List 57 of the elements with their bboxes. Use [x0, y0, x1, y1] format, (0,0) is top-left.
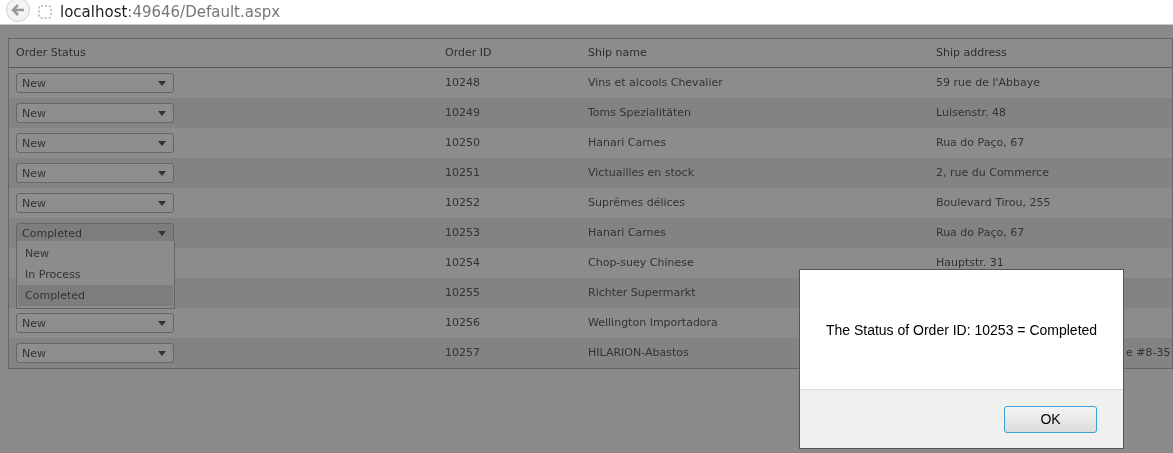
order-id-cell: 10257	[445, 346, 480, 360]
order-id-cell: 10251	[445, 166, 480, 180]
back-arrow-icon	[11, 4, 25, 16]
status-dropdown[interactable]: New	[16, 193, 174, 213]
order-id-cell: 10252	[445, 196, 480, 210]
caret-icon	[158, 200, 166, 206]
ship-name-cell: Chop-suey Chinese	[588, 256, 694, 270]
status-dropdown[interactable]: New	[16, 343, 174, 363]
caret-icon	[158, 140, 166, 146]
order-id-cell: 10256	[445, 316, 480, 330]
status-dropdown[interactable]: New	[16, 163, 174, 183]
ship-name-cell: Victuailles en stock	[588, 166, 694, 180]
ship-name-cell: Vins et alcools Chevalier	[588, 76, 723, 90]
ship-name-cell: Toms Spezialitäten	[588, 106, 692, 120]
dropdown-option[interactable]: In Process	[18, 264, 173, 285]
ship-address-cell: e #8-35	[1126, 346, 1171, 360]
column-header: Order ID	[445, 46, 492, 60]
caret-icon	[158, 320, 166, 326]
ship-name-cell: Hanari Carnes	[588, 226, 667, 240]
address-field[interactable]: localhost:49646/Default.aspx	[60, 3, 281, 21]
ship-address-cell: Rua do Paço, 67	[936, 136, 1025, 150]
ship-name-cell: Hanari Carnes	[588, 136, 667, 150]
ship-name-cell: Richter Supermarkt	[588, 286, 696, 300]
status-dropdown[interactable]: New	[16, 103, 174, 123]
ship-address-cell: Rua do Paço, 67	[936, 226, 1025, 240]
dropdown-option[interactable]: New	[18, 243, 173, 264]
page-icon	[38, 5, 52, 19]
order-id-cell: 10255	[445, 286, 480, 300]
caret-icon	[158, 110, 166, 116]
dropdown-option[interactable]: Completed	[18, 285, 173, 306]
caret-icon	[158, 170, 166, 176]
ship-address-cell: 2, rue du Commerce	[936, 166, 1049, 180]
order-id-cell: 10249	[445, 106, 480, 120]
order-id-cell: 10254	[445, 256, 480, 270]
ship-name-cell: Suprêmes délices	[588, 196, 686, 210]
ship-address-cell: Boulevard Tirou, 255	[936, 196, 1051, 210]
column-header: Ship name	[588, 46, 647, 60]
order-id-cell: 10250	[445, 136, 480, 150]
ship-name-cell: Wellington Importadora	[588, 316, 718, 330]
caret-icon	[158, 350, 166, 356]
ok-button[interactable]: OK	[1004, 405, 1097, 433]
ship-name-cell: HILARION-Abastos	[588, 346, 689, 360]
order-id-cell: 10253	[445, 226, 480, 240]
caret-icon	[158, 230, 166, 236]
caret-icon	[158, 80, 166, 86]
status-dropdown[interactable]: New	[16, 73, 174, 93]
status-dropdown[interactable]: New	[16, 133, 174, 153]
column-header: Ship address	[936, 46, 1007, 60]
ship-address-cell: 59 rue de l'Abbaye	[936, 76, 1041, 90]
ship-address-cell: Hauptstr. 31	[936, 256, 1004, 270]
status-dropdown[interactable]: New	[16, 313, 174, 333]
status-dropdown[interactable]: Completed	[16, 223, 174, 243]
order-id-cell: 10248	[445, 76, 480, 90]
column-header: Order Status	[16, 46, 86, 60]
ship-address-cell: Luisenstr. 48	[936, 106, 1006, 120]
back-button[interactable]	[6, 0, 30, 22]
alert-message: The Status of Order ID: 10253 = Completed	[824, 320, 1099, 340]
